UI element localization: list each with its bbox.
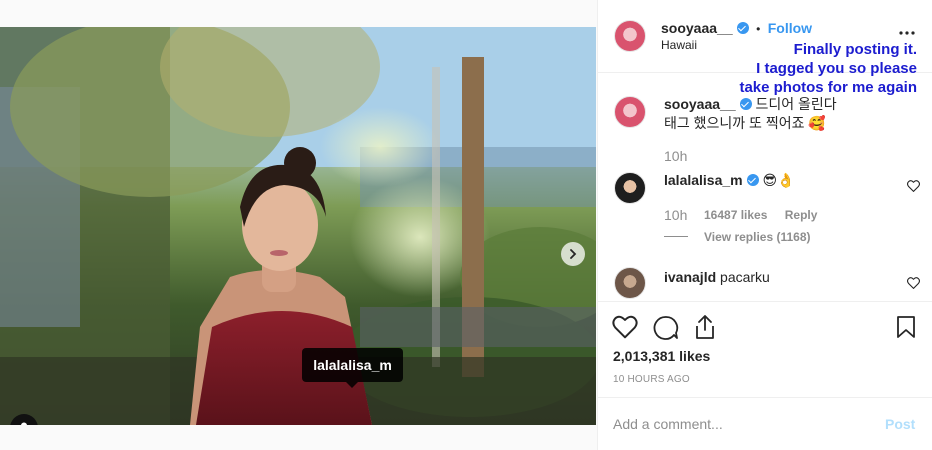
comment-icon[interactable] bbox=[653, 315, 679, 340]
comments-list[interactable]: sooyaaa__ 드디어 올린다 태그 했으니까 또 찍어죠 🥰 10h la… bbox=[598, 74, 932, 301]
like-heart-icon[interactable] bbox=[612, 315, 638, 339]
post-timestamp[interactable]: 10 HOURS AGO bbox=[613, 374, 690, 385]
comment-body: pacarku bbox=[720, 269, 770, 285]
heart-icon[interactable] bbox=[907, 180, 920, 192]
caption-line-2: 태그 했으니까 또 찍어죠 🥰 bbox=[664, 115, 826, 131]
caption-line-1: 드디어 올린다 bbox=[755, 96, 837, 112]
share-icon[interactable] bbox=[693, 314, 717, 340]
likes-count[interactable]: 2,013,381 likes bbox=[613, 348, 710, 364]
post-comment-button[interactable]: Post bbox=[885, 416, 915, 432]
caption-avatar[interactable] bbox=[614, 96, 646, 128]
comment-body: 😎👌 bbox=[762, 172, 795, 188]
photo-scene bbox=[0, 27, 596, 425]
comment-meta: 16487 likes Reply bbox=[704, 208, 817, 222]
comment-username[interactable]: lalalalisa_m bbox=[664, 172, 743, 188]
post-page: lalalalisa_m sooyaaa__ • Follow Hawaii F… bbox=[0, 0, 932, 450]
caption-text: sooyaaa__ 드디어 올린다 태그 했으니까 또 찍어죠 🥰 bbox=[664, 95, 837, 133]
separator: • bbox=[756, 22, 761, 36]
comment-username[interactable]: ivanajld bbox=[664, 269, 716, 285]
chevron-right-icon bbox=[570, 249, 577, 259]
follow-button[interactable]: Follow bbox=[768, 20, 812, 36]
verified-icon bbox=[739, 98, 752, 110]
comment-input[interactable] bbox=[613, 412, 868, 436]
replies-divider bbox=[664, 236, 688, 237]
tagged-user-name[interactable]: lalalalisa_m bbox=[313, 357, 392, 373]
comment-avatar[interactable] bbox=[614, 267, 646, 299]
user-icon bbox=[21, 422, 27, 425]
tagged-user-bubble[interactable]: lalalalisa_m bbox=[302, 348, 403, 388]
heart-icon[interactable] bbox=[907, 277, 920, 289]
reply-button[interactable]: Reply bbox=[785, 208, 818, 222]
comment-text: lalalalisa_m 😎👌 bbox=[664, 171, 795, 190]
bookmark-icon[interactable] bbox=[896, 315, 916, 339]
view-replies-button[interactable]: View replies (1168) bbox=[704, 230, 811, 244]
next-photo-button[interactable] bbox=[561, 242, 585, 266]
overlay-caption-line-1: Finally posting it. bbox=[793, 41, 917, 58]
comment-time[interactable]: 10h bbox=[664, 207, 687, 223]
post-actions: 2,013,381 likes 10 HOURS AGO bbox=[598, 301, 932, 397]
comment-likes[interactable]: 16487 likes bbox=[704, 208, 767, 222]
post-photo[interactable]: lalalalisa_m bbox=[0, 27, 596, 425]
verified-icon bbox=[746, 174, 759, 186]
post-sidebar: sooyaaa__ • Follow Hawaii Finally postin… bbox=[597, 0, 932, 450]
author-line: sooyaaa__ • Follow bbox=[661, 20, 812, 38]
comment-avatar[interactable] bbox=[614, 172, 646, 204]
comment-text: ivanajld pacarku bbox=[664, 268, 770, 287]
verified-icon bbox=[736, 22, 749, 34]
more-icon[interactable] bbox=[899, 30, 915, 36]
caption-username[interactable]: sooyaaa__ bbox=[664, 96, 736, 112]
comment-form: Post bbox=[598, 397, 932, 450]
author-username[interactable]: sooyaaa__ bbox=[661, 20, 733, 36]
caption-time[interactable]: 10h bbox=[664, 148, 687, 164]
view-replies-label: View replies (1168) bbox=[704, 230, 811, 244]
